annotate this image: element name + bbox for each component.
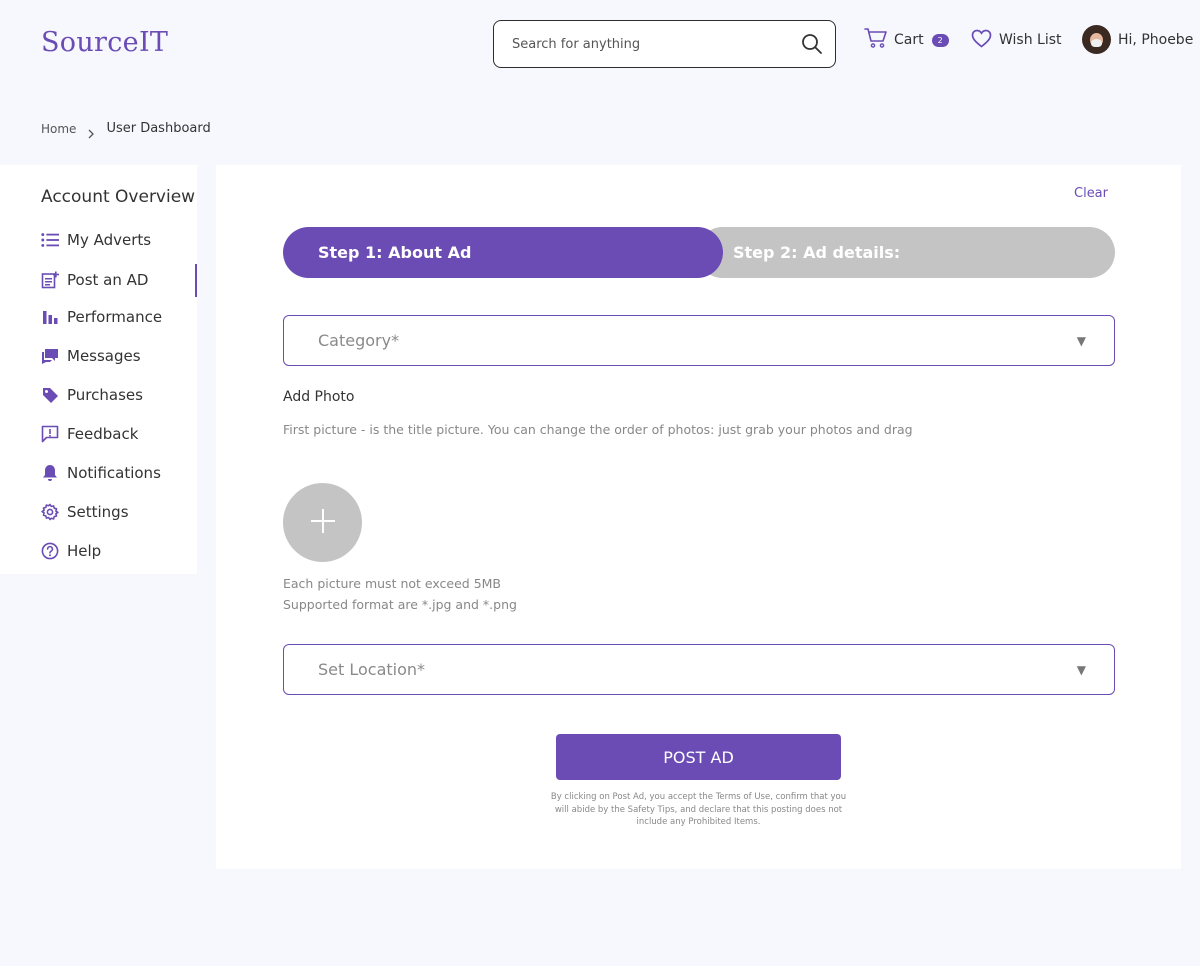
- step-indicator: Step 2: Ad details: Step 1: About Ad: [283, 227, 1115, 278]
- list-icon: [41, 231, 59, 249]
- sidebar-item-label: Feedback: [67, 425, 139, 443]
- chevron-right-icon: [86, 124, 96, 138]
- photo-size-rule: Each picture must not exceed 5MB: [283, 576, 502, 591]
- search-icon[interactable]: [800, 32, 824, 56]
- avatar: [1082, 25, 1111, 54]
- breadcrumb-current: User Dashboard: [106, 121, 211, 136]
- wishlist-button[interactable]: Wish List: [971, 28, 1062, 52]
- step-1-label: Step 1: About Ad: [318, 243, 472, 262]
- heart-icon: [971, 29, 992, 52]
- sidebar-item-label: Purchases: [67, 386, 143, 404]
- gear-icon: [41, 503, 59, 521]
- sidebar-item-feedback[interactable]: Feedback: [41, 422, 197, 446]
- location-select[interactable]: Set Location* ▼: [283, 644, 1115, 695]
- sidebar-item-purchases[interactable]: Purchases: [41, 383, 197, 407]
- active-indicator: [195, 264, 197, 297]
- sidebar-item-label: Settings: [67, 503, 129, 521]
- breadcrumb-home-link[interactable]: Home: [41, 122, 76, 136]
- post-ad-panel: Clear Step 2: Ad details: Step 1: About …: [216, 165, 1181, 869]
- sidebar-item-my-adverts[interactable]: My Adverts: [41, 228, 197, 252]
- sidebar-item-label: Help: [67, 542, 102, 560]
- sidebar-item-label: Notifications: [67, 464, 161, 482]
- search-bar[interactable]: [493, 20, 836, 68]
- post-ad-icon: [41, 271, 59, 289]
- tab-step-1[interactable]: Step 1: About Ad: [283, 227, 723, 278]
- sidebar-item-performance[interactable]: Performance: [41, 305, 197, 329]
- sidebar-item-post-an-ad[interactable]: Post an AD: [41, 268, 197, 292]
- photo-hint: First picture - is the title picture. Yo…: [283, 422, 913, 437]
- breadcrumb: Home User Dashboard: [41, 121, 211, 138]
- sidebar-item-label: Messages: [67, 347, 141, 365]
- user-greeting: Hi, Phoebe: [1118, 31, 1194, 48]
- logo[interactable]: SourceIT: [41, 27, 168, 58]
- location-label: Set Location*: [318, 660, 426, 679]
- tag-icon: [41, 386, 59, 404]
- sidebar-item-label: My Adverts: [67, 231, 152, 249]
- user-menu[interactable]: Hi, Phoebe: [1082, 25, 1193, 54]
- add-photo-title: Add Photo: [283, 389, 355, 405]
- cart-button[interactable]: Cart 2: [864, 28, 949, 52]
- sidebar-item-notifications[interactable]: Notifications: [41, 461, 197, 485]
- cart-label: Cart: [894, 32, 924, 48]
- clear-button[interactable]: Clear: [1074, 186, 1108, 201]
- sidebar: Account Overview My Adverts Post an AD P…: [0, 165, 197, 574]
- feedback-icon: [41, 425, 59, 443]
- step-2-label: Step 2: Ad details:: [733, 243, 901, 262]
- caret-down-icon: ▼: [1076, 662, 1086, 677]
- help-icon: [41, 542, 59, 560]
- terms-notice: By clicking on Post Ad, you accept the T…: [550, 792, 847, 827]
- search-input[interactable]: [512, 36, 800, 52]
- sidebar-item-messages[interactable]: Messages: [41, 344, 197, 368]
- category-label: Category*: [318, 331, 400, 350]
- add-photo-button[interactable]: [283, 483, 362, 562]
- wishlist-label: Wish List: [999, 32, 1062, 48]
- sidebar-item-label: Post an AD: [67, 271, 149, 289]
- category-select[interactable]: Category* ▼: [283, 315, 1115, 366]
- sidebar-title: Account Overview: [41, 187, 196, 207]
- bell-icon: [41, 464, 59, 482]
- sidebar-item-label: Performance: [67, 308, 163, 326]
- plus-icon: [310, 508, 336, 538]
- bar-chart-icon: [41, 308, 59, 326]
- chat-icon: [41, 347, 59, 365]
- photo-format-rule: Supported format are *.jpg and *.png: [283, 597, 517, 612]
- cart-icon: [864, 27, 888, 53]
- post-ad-button[interactable]: POST AD: [556, 734, 841, 780]
- tab-step-2[interactable]: Step 2: Ad details:: [697, 227, 1115, 278]
- sidebar-item-help[interactable]: Help: [41, 539, 197, 563]
- sidebar-item-settings[interactable]: Settings: [41, 500, 197, 524]
- caret-down-icon: ▼: [1076, 333, 1086, 348]
- cart-count-badge: 2: [931, 33, 949, 47]
